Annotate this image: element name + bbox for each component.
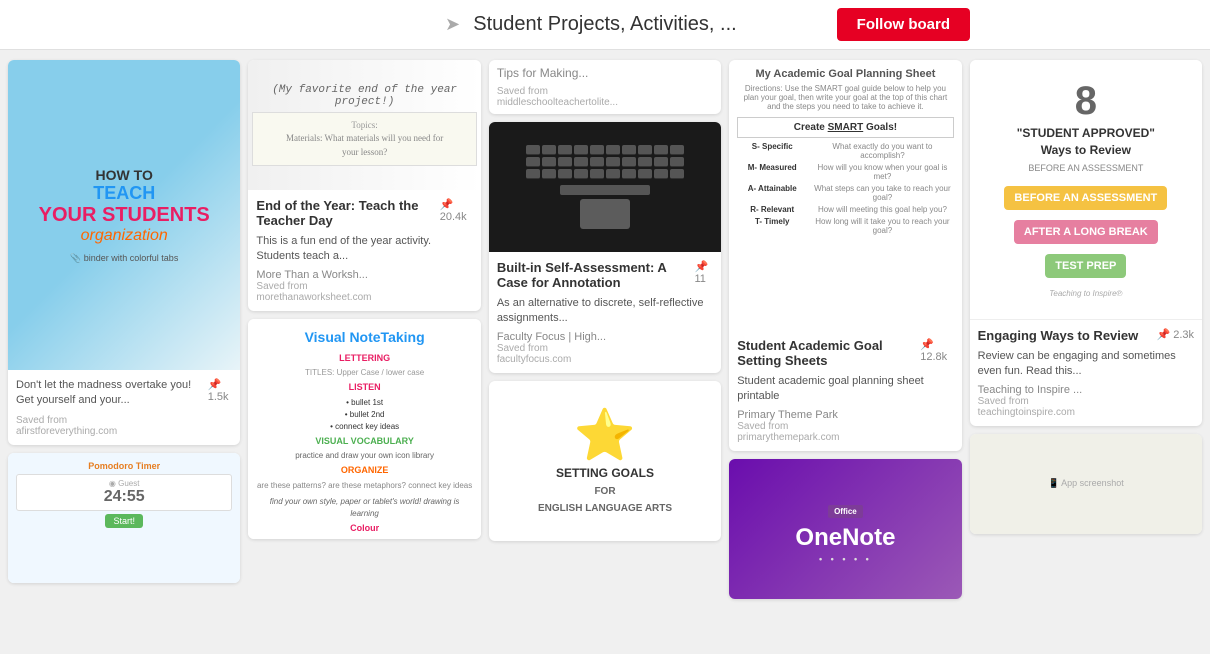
follow-board-button[interactable]: Follow board (837, 8, 970, 41)
card-source: More Than a Worksh... (256, 269, 472, 281)
card-title: Engaging Ways to Review (978, 328, 1139, 343)
send-icon: ➤ (445, 14, 460, 35)
card-source: Faculty Focus | High... (497, 331, 713, 343)
star-icon: ⭐ (574, 406, 636, 465)
card-onenote[interactable]: Office OneNote • • • • • (729, 459, 961, 599)
card-title: Student Academic Goal Setting Sheets (737, 338, 920, 368)
card-desc: As an alternative to discrete, self-refl… (497, 296, 713, 327)
card-end-of-year[interactable]: (My favorite end of the year project!) T… (248, 60, 480, 311)
save-count: 📌 20.4k (440, 198, 473, 223)
card-goals-ela[interactable]: ⭐ SETTING GOALSFORENGLISH LANGUAGE ARTS (489, 381, 721, 541)
card-extra[interactable]: 📱 App screenshot (970, 434, 1202, 534)
card-desc: Don't let the madness overtake you! Get … (16, 378, 208, 409)
card-academic-goals[interactable]: My Academic Goal Planning Sheet Directio… (729, 60, 961, 451)
review-break: AFTER A LONG BREAK (1014, 220, 1158, 244)
pin-grid: How to TEACH YOUR STUDENTS organization … (0, 50, 1210, 654)
tips-source: Saved from middleschoolteachertolite... (489, 86, 721, 114)
card-desc: Review can be engaging and sometimes eve… (978, 349, 1194, 380)
column-4: My Academic Goal Planning Sheet Directio… (729, 60, 961, 599)
card-title: End of the Year: Teach the Teacher Day (256, 198, 439, 228)
card-engaging-review[interactable]: 8 "STUDENT APPROVED"Ways to Review BEFOR… (970, 60, 1202, 426)
column-5: 8 "STUDENT APPROVED"Ways to Review BEFOR… (970, 60, 1202, 534)
card-self-assessment[interactable]: Built-in Self-Assessment: A Case for Ann… (489, 122, 721, 373)
save-count: 📌 2.3k (1156, 328, 1194, 341)
tips-title: Tips for Making... (489, 60, 721, 86)
save-count: 📌 11 (694, 260, 713, 285)
card-tips-header[interactable]: Tips for Making... Saved from middlescho… (489, 60, 721, 114)
column-3: Tips for Making... Saved from middlescho… (489, 60, 721, 541)
card-saved: Saved from primarythemepark.com (737, 421, 953, 443)
page-title: Student Projects, Activities, ... (473, 13, 736, 36)
card-teach-org[interactable]: How to TEACH YOUR STUDENTS organization … (8, 60, 240, 445)
card-source: Teaching to Inspire ... (978, 384, 1194, 396)
card-pomodoro[interactable]: Pomodoro Timer ◉ Guest 24:55 Start! (8, 453, 240, 583)
column-1: How to TEACH YOUR STUDENTS organization … (8, 60, 240, 583)
save-count: 📌 12.8k (920, 338, 953, 363)
card-source: Primary Theme Park (737, 409, 953, 421)
card-desc: This is a fun end of the year activity. … (256, 234, 472, 265)
review-before: BEFORE AN ASSESSMENT (1004, 186, 1167, 210)
column-2: (My favorite end of the year project!) T… (248, 60, 480, 539)
page-header: ➤ Student Projects, Activities, ... Foll… (0, 0, 1210, 50)
card-saved: Saved from teachingtoinspire.com (978, 396, 1194, 418)
card-title: Built-in Self-Assessment: A Case for Ann… (497, 260, 695, 290)
card-count: 📌 1.5k (208, 378, 233, 403)
card-saved: Saved from facultyfocus.com (497, 343, 713, 365)
card-saved: Saved from afirstforeverything.com (16, 415, 232, 437)
card-desc: Student academic goal planning sheet pri… (737, 374, 953, 405)
card-visual-notes[interactable]: Visual NoteTaking LETTERING TITLES: Uppe… (248, 319, 480, 539)
review-test-prep: TEST PREP (1045, 254, 1126, 278)
card-saved: Saved from morethanaworksheet.com (256, 281, 472, 303)
